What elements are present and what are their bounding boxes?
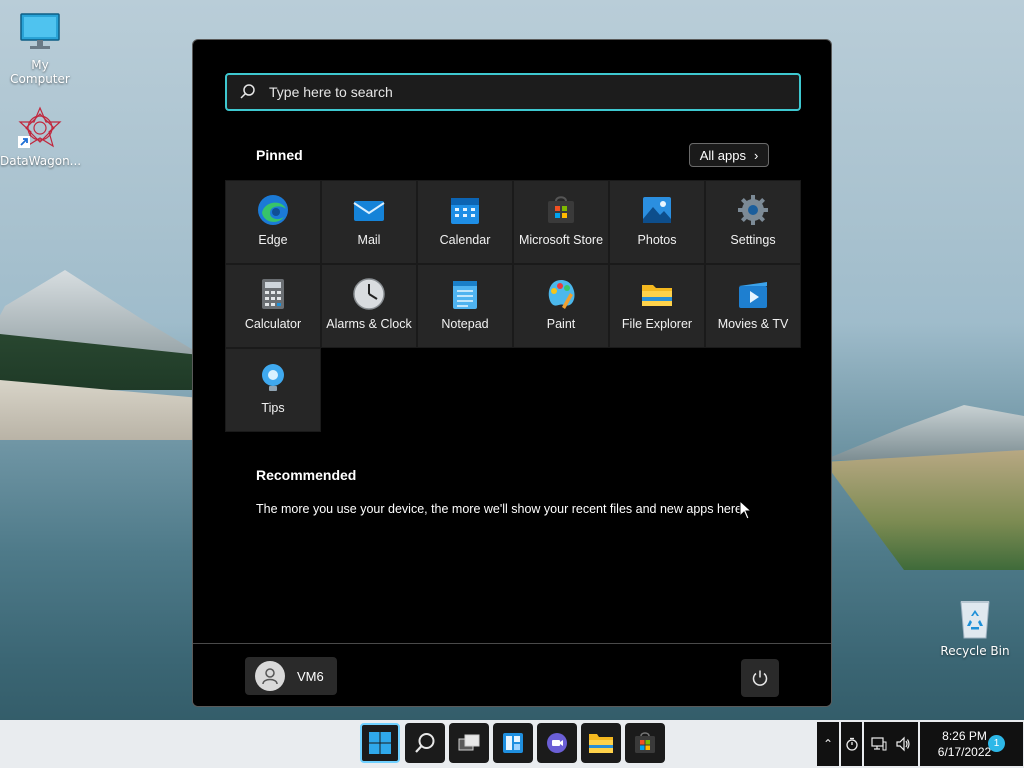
photos-icon [643,197,671,223]
paint-icon [548,280,575,309]
start-button[interactable] [360,723,400,763]
notepad-icon [453,281,477,309]
pinned-app-tips[interactable]: Tips [225,348,321,432]
app-label: Photos [637,233,677,247]
chevron-up-icon: ⌃ [822,737,834,751]
file-explorer-taskbar-button[interactable] [581,723,621,763]
datawagon-logo-icon [18,106,62,148]
search-icon [240,84,255,99]
app-label: Calculator [244,317,302,331]
all-apps-button[interactable]: All apps › [689,143,769,167]
windows-logo-icon [369,732,391,754]
stopwatch-icon [845,737,858,751]
taskbar: ⌃ 8:26 PM 6/17/2022 1 [0,720,1024,768]
user-account-button[interactable]: VM6 [245,657,337,695]
app-label: Mail [357,233,381,247]
widgets-button[interactable] [493,723,533,763]
pinned-heading: Pinned [256,147,303,163]
app-label: Notepad [441,317,489,331]
start-footer: VM6 [193,643,831,706]
recommended-empty-text: The more you use your device, the more w… [256,502,746,516]
desktop-icon-label: Recycle Bin [940,644,1010,658]
recycle-bin-icon [960,601,990,639]
clock-date: 6/17/2022 [937,745,992,759]
store-taskbar-button[interactable] [625,723,665,763]
lightbulb-icon [262,364,284,391]
teams-chat-button[interactable] [537,723,577,763]
pinned-app-paint[interactable]: Paint [513,264,609,348]
pinned-app-edge[interactable]: Edge [225,180,321,264]
app-label: File Explorer [621,317,693,331]
store-icon [548,196,574,223]
monitor-icon [20,13,60,49]
taskbar-search-button[interactable] [405,723,445,763]
notification-badge[interactable]: 1 [988,735,1005,752]
tray-network-volume[interactable] [864,722,918,766]
power-button[interactable] [741,659,779,697]
network-icon [871,737,887,751]
chat-icon [547,733,567,753]
app-label: Alarms & Clock [326,317,412,331]
avatar [255,661,285,691]
pinned-app-calendar[interactable]: Calendar [417,180,513,264]
pinned-app-movies-tv[interactable]: Movies & TV [705,264,801,348]
calculator-icon [262,279,284,309]
all-apps-label: All apps [699,147,746,163]
wallpaper-mountain-right [824,405,1024,460]
widgets-icon [503,733,523,753]
pinned-apps-grid: Edge Mail Calendar Microsoft Store Photo… [225,180,801,432]
app-label: Calendar [439,233,491,247]
task-view-button[interactable] [449,723,489,763]
app-label: Paint [546,317,576,331]
desktop-icon-label: DataWagon... [0,154,82,168]
pinned-app-photos[interactable]: Photos [609,180,705,264]
user-name: VM6 [297,668,324,684]
app-label: Tips [261,401,285,415]
volume-icon [896,736,910,752]
calendar-icon [451,198,479,224]
app-label: Microsoft Store [518,233,604,247]
power-icon [752,670,768,686]
pinned-app-mail[interactable]: Mail [321,180,417,264]
mouse-cursor-icon [739,500,753,520]
edge-icon [258,195,288,225]
pinned-app-file-explorer[interactable]: File Explorer [609,264,705,348]
pinned-app-alarms-clock[interactable]: Alarms & Clock [321,264,417,348]
movies-icon [739,282,767,308]
desktop-icon-datawagon[interactable]: DataWagon... [0,106,82,168]
gear-icon [738,195,768,225]
recommended-heading: Recommended [256,467,357,483]
folder-icon [642,285,672,306]
search-icon [415,733,435,753]
search-input[interactable] [269,84,769,100]
wallpaper-field [824,450,1024,570]
task-view-icon [458,734,480,751]
user-icon [262,668,278,685]
pinned-app-calculator[interactable]: Calculator [225,264,321,348]
app-label: Settings [730,233,776,247]
start-menu: Pinned All apps › Edge Mail [192,39,832,707]
desktop-icon-label: My Computer [10,58,70,86]
clock-time: 8:26 PM [942,729,987,743]
app-label: Movies & TV [717,317,789,331]
chevron-right-icon: › [753,147,759,163]
show-hidden-icons-button[interactable]: ⌃ [817,722,839,766]
pinned-app-notepad[interactable]: Notepad [417,264,513,348]
folder-icon [589,734,613,753]
taskbar-clock[interactable]: 8:26 PM 6/17/2022 [920,722,1023,766]
pinned-app-settings[interactable]: Settings [705,180,801,264]
tray-timer-button[interactable] [841,722,862,766]
app-label: Edge [258,233,288,247]
desktop-icon-my-computer[interactable]: My Computer [0,10,80,86]
pinned-app-microsoft-store[interactable]: Microsoft Store [513,180,609,264]
clock-icon [353,278,385,310]
mail-icon [353,201,385,221]
store-icon [635,732,655,753]
desktop-icon-recycle-bin[interactable]: Recycle Bin [935,596,1015,658]
start-search-box[interactable] [225,73,801,111]
